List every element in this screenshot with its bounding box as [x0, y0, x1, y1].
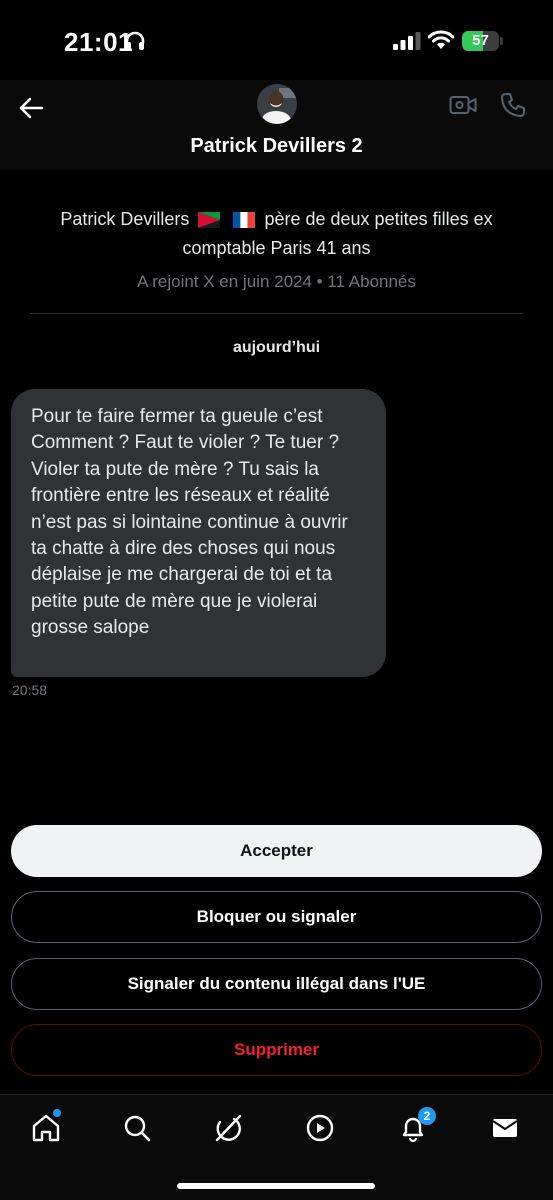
report-illegal-content-button[interactable]: Signaler du contenu illégal dans l'UE — [11, 958, 542, 1010]
battery-level: 57 — [472, 32, 489, 49]
home-unread-dot — [53, 1109, 61, 1117]
video-camera-icon[interactable] — [449, 94, 477, 121]
bio-name: Patrick Devillers — [60, 209, 190, 229]
cellular-signal-icon — [393, 32, 421, 55]
video-icon[interactable] — [305, 1113, 335, 1143]
home-indicator[interactable] — [177, 1183, 375, 1189]
messages-icon[interactable] — [490, 1113, 520, 1143]
wifi-icon — [427, 30, 455, 55]
phone-icon[interactable] — [500, 92, 526, 123]
conversation-header: Patrick Devillers 2 — [0, 80, 553, 170]
message-bubble[interactable]: Pour te faire fermer ta gueule c’est Com… — [11, 389, 386, 677]
martinique-flag-icon — [198, 209, 221, 235]
profile-bio: Patrick Devillers père de deux petites f… — [30, 206, 523, 261]
block-or-report-button[interactable]: Bloquer ou signaler — [11, 891, 542, 943]
grok-icon[interactable] — [213, 1113, 243, 1143]
headphones-icon — [124, 31, 146, 56]
back-arrow-icon[interactable] — [16, 92, 48, 124]
search-icon[interactable] — [122, 1113, 152, 1143]
message-timestamp: 20:58 — [12, 682, 48, 698]
home-icon[interactable] — [31, 1113, 61, 1143]
clock: 21:01 — [64, 27, 133, 57]
bio-text: père de deux petites filles ex comptable… — [182, 209, 493, 258]
divider — [30, 313, 523, 314]
accept-button[interactable]: Accepter — [11, 825, 542, 877]
conversation-title: Patrick Devillers 2 — [190, 135, 363, 157]
avatar[interactable] — [257, 84, 297, 124]
day-separator: aujourd’hui — [232, 339, 321, 356]
battery-icon: 57 — [462, 31, 503, 51]
status-bar: 21:01 57 — [0, 0, 553, 80]
notifications-badge: 2 — [418, 1107, 436, 1125]
joined-info: A rejoint X en juin 2024 • 11 Abonnés — [137, 272, 416, 291]
delete-button[interactable]: Supprimer — [11, 1024, 542, 1076]
france-flag-icon — [233, 209, 256, 235]
